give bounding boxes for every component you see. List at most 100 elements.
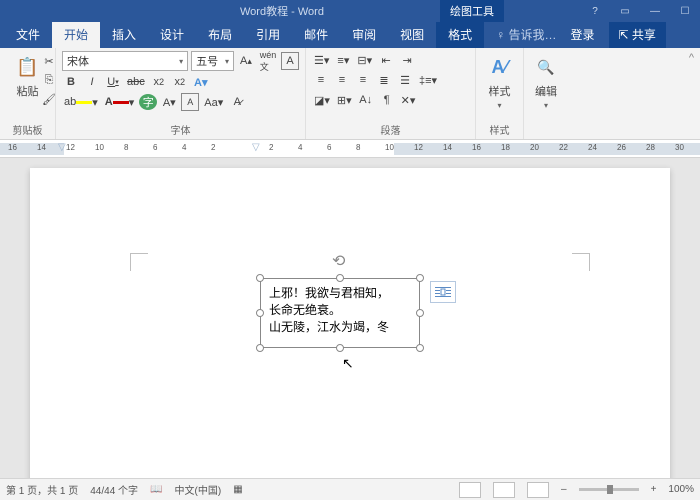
show-marks-button[interactable]: ¶ [378,91,396,109]
ruler-tick: 8 [356,143,360,152]
tab-view[interactable]: 视图 [388,21,436,48]
horizontal-ruler[interactable]: ▽ ▽ 161412108642246810121416182022242628… [0,140,700,158]
tab-format[interactable]: 格式 [436,21,484,48]
align-center-button[interactable]: ≡ [333,71,351,89]
justify-button[interactable]: ≣ [375,71,393,89]
strikethrough-button[interactable]: abc [125,73,147,91]
ruler-tick: 26 [617,143,626,152]
indent-marker[interactable]: ▽ [252,142,260,153]
tab-design[interactable]: 设计 [148,21,196,48]
superscript-button[interactable]: x2 [171,73,189,91]
bold-button[interactable]: B [62,73,80,91]
multilevel-list-button[interactable]: ⊟▾ [355,51,374,69]
print-layout-button[interactable] [493,482,515,498]
align-left-button[interactable]: ≡ [312,71,330,89]
tell-me-search[interactable]: ♀ 告诉我… [490,21,562,48]
increase-indent-button[interactable]: ⇥ [398,51,416,69]
font-family-combo[interactable]: 宋体▾ [62,51,188,71]
document-area: ⟲ 上邪！我欲与君相知， 长命无绝衰。 山无陵，江水为竭，冬 ↖ [0,158,700,478]
shrink-font-button[interactable]: A▾ [160,93,178,111]
zoom-slider[interactable] [579,488,639,491]
resize-handle-n[interactable] [336,274,344,282]
zoom-level[interactable]: 100% [668,484,694,495]
resize-handle-nw[interactable] [256,274,264,282]
format-painter-button[interactable]: 🖌 [40,90,58,108]
bullets-button[interactable]: ☰▾ [312,51,331,69]
share-button[interactable]: ⇱ 共享 [609,21,666,48]
tab-review[interactable]: 审阅 [340,21,388,48]
underline-button[interactable]: U ▾ [104,73,122,91]
borders-button[interactable]: ⊞▾ [335,91,354,109]
font-color-button[interactable]: A▾ [103,93,136,111]
tab-mailings[interactable]: 邮件 [292,21,340,48]
numbering-button[interactable]: ≡▾ [334,51,352,69]
tab-layout[interactable]: 布局 [196,21,244,48]
enclosed-char-button[interactable]: 字 [139,94,157,110]
char-border-button[interactable]: A [281,52,299,70]
italic-button[interactable]: I [83,73,101,91]
zoom-out-button[interactable]: – [561,484,567,495]
shading-button[interactable]: ◪▾ [312,91,332,109]
line-spacing-button[interactable]: ‡≡▾ [417,71,439,89]
title-bar: Word教程 - Word 绘图工具 ? ▭ — ☐ [0,0,700,22]
help-icon[interactable]: ? [580,0,610,22]
web-layout-button[interactable] [527,482,549,498]
tab-insert[interactable]: 插入 [100,21,148,48]
font-size-combo[interactable]: 五号▾ [191,51,234,71]
word-count-status[interactable]: 44/44 个字 [90,482,138,497]
phonetic-guide-button[interactable]: wén文 [258,52,278,70]
language-status[interactable]: 中文(中国) [175,482,222,497]
ribbon-collapse-icon[interactable]: ▭ [610,0,640,22]
asian-layout-button[interactable]: ✕▾ [399,91,418,109]
resize-handle-ne[interactable] [416,274,424,282]
layout-options-icon [434,285,452,299]
align-right-button[interactable]: ≡ [354,71,372,89]
rotate-handle[interactable]: ⟲ [332,251,348,267]
grow-font-button[interactable]: A▴ [237,52,255,70]
tab-home[interactable]: 开始 [52,21,100,48]
subscript-button[interactable]: x2 [150,73,168,91]
ruler-tick: 4 [182,143,186,152]
read-mode-button[interactable] [459,482,481,498]
distributed-button[interactable]: ☰ [396,71,414,89]
ruler-tick: 2 [211,143,215,152]
resize-handle-sw[interactable] [256,344,264,352]
macro-icon[interactable]: ▦ [233,484,242,495]
clear-format-button[interactable]: A̷ [228,93,246,111]
cut-button[interactable]: ✂ [40,52,58,70]
restore-icon[interactable]: ☐ [670,0,700,22]
clipboard-group-label: 剪贴板 [6,120,49,137]
ruler-tick: 6 [327,143,331,152]
chevron-down-icon: ▾ [225,57,229,66]
resize-handle-w[interactable] [256,309,264,317]
styles-button[interactable]: A⁄ 样式 ▾ [482,51,517,112]
resize-handle-se[interactable] [416,344,424,352]
zoom-in-button[interactable]: + [651,484,657,495]
login-button[interactable]: 登录 [563,21,603,48]
collapse-ribbon-button[interactable]: ^ [683,48,700,139]
ruler-tick: 8 [124,143,128,152]
change-case-button[interactable]: Aa▾ [202,93,225,111]
copy-button[interactable]: ⎘ [40,71,58,89]
tab-references[interactable]: 引用 [244,21,292,48]
page[interactable]: ⟲ 上邪！我欲与君相知， 长命无绝衰。 山无陵，江水为竭，冬 ↖ [30,168,670,478]
sort-button[interactable]: A↓ [357,91,375,109]
resize-handle-s[interactable] [336,344,344,352]
tab-file[interactable]: 文件 [4,21,52,48]
page-number-status[interactable]: 第 1 页，共 1 页 [6,482,78,497]
chevron-down-icon: ▾ [179,57,183,66]
ruler-tick: 10 [95,143,104,152]
paragraph-group-label: 段落 [312,120,469,137]
resize-handle-e[interactable] [416,309,424,317]
minimize-icon[interactable]: — [640,0,670,22]
spellcheck-icon[interactable]: 📖 [150,484,162,495]
char-shading-button[interactable]: A [181,93,199,111]
editing-button[interactable]: 🔍 编辑 ▾ [530,51,562,112]
layout-options-button[interactable] [430,281,456,303]
decrease-indent-button[interactable]: ⇤ [377,51,395,69]
highlight-color-button[interactable]: ab▾ [62,93,100,111]
left-margin-marker[interactable]: ▽ [58,142,66,153]
text-box[interactable]: ⟲ 上邪！我欲与君相知， 长命无绝衰。 山无陵，江水为竭，冬 [260,278,420,348]
text-effects-button[interactable]: A▾ [192,73,210,91]
styles-label: 样式 [489,83,511,99]
